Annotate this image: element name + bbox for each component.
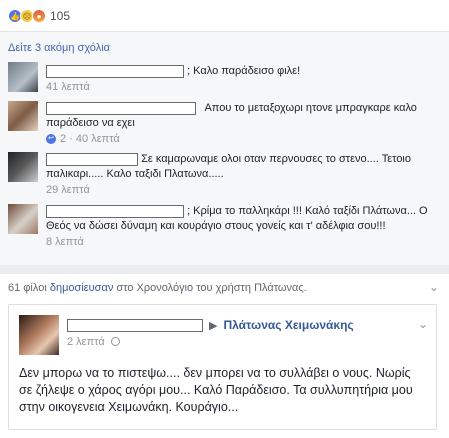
comment-timestamp[interactable]: 29 λεπτά <box>46 184 90 196</box>
post-meta: 2 λεπτά <box>67 336 120 348</box>
comment-meta: ↩ 2 · 40 λεπτά <box>46 133 120 145</box>
comment-item: ; Καλο παράδεισο φιλε! 41 λεπτά <box>8 62 441 93</box>
avatar[interactable] <box>19 315 59 355</box>
globe-icon <box>110 337 120 346</box>
post-timestamp[interactable]: 2 λεπτά <box>67 336 105 348</box>
angry-icon: ● <box>32 9 46 23</box>
reply-count[interactable]: 2 <box>60 133 66 145</box>
avatar[interactable] <box>8 62 38 92</box>
redacted-name <box>46 101 196 115</box>
post-body: Δεν μπορω να το πιστεψω.... δεν μπορει ν… <box>19 366 413 414</box>
comment-item: Σε καμαρωναμε ολοι οταν περνουσες το στε… <box>8 152 441 198</box>
comment-timestamp[interactable]: 40 λεπτά <box>76 133 120 145</box>
redacted-name <box>46 64 184 78</box>
comment-body: ; Καλο παράδεισο φιλε! <box>46 64 441 79</box>
post-header: ▶ Πλάτωνας Χειμωνάκης <box>67 318 354 332</box>
comment-body: ; Κρίμα το παλληκάρι !!! Καλό ταξίδι Πλά… <box>46 204 441 234</box>
comments-card: 👍 ☹ ● 105 Δείτε 3 ακόμη σχόλια ; Καλο πα… <box>0 0 449 265</box>
comment-item: ; Κρίμα το παλληκάρι !!! Καλό ταξίδι Πλά… <box>8 204 441 250</box>
avatar[interactable] <box>8 101 38 131</box>
share-summary: 61 φίλοι δημοσίευσαν στο Χρονολόγιο του … <box>8 282 307 294</box>
comment-item: Απου το μεταξοχωρι ητονε μπραγκαρε καλο … <box>8 101 441 147</box>
avatar[interactable] <box>8 204 38 234</box>
shared-post-card: 61 φίλοι δημοσίευσαν στο Χρονολόγιο του … <box>0 274 449 438</box>
post: ▶ Πλάτωνας Χειμωνάκης 2 λεπτά ⌄ Δεν μπορ… <box>8 304 437 430</box>
reactions-bar[interactable]: 👍 ☹ ● 105 <box>8 8 70 24</box>
post-target-link[interactable]: Πλάτωνας Χειμωνάκης <box>223 318 353 332</box>
triangle-right-icon: ▶ <box>209 319 218 332</box>
chevron-down-icon[interactable]: ⌄ <box>429 280 439 294</box>
share-rest: στο Χρονολόγιο του χρήστη Πλάτωνας. <box>116 282 307 294</box>
avatar[interactable] <box>8 152 38 182</box>
redacted-name <box>67 318 203 332</box>
comment-body: Σε καμαρωναμε ολοι οταν περνουσες το στε… <box>46 152 441 182</box>
redacted-name <box>46 204 184 218</box>
reply-icon: ↩ <box>46 134 56 145</box>
redacted-name <box>46 152 138 166</box>
comment-timestamp[interactable]: 41 λεπτά <box>46 81 90 93</box>
reaction-count[interactable]: 105 <box>50 9 70 23</box>
comment-timestamp[interactable]: 8 λεπτά <box>46 236 84 248</box>
view-more-comments-link[interactable]: Δείτε 3 ακόμη σχόλια <box>8 42 110 54</box>
comment-text: ; Καλο παράδεισο φιλε! <box>187 65 301 77</box>
share-verb[interactable]: δημοσίευσαν <box>50 282 114 294</box>
comment-body: Απου το μεταξοχωρι ητονε μπραγκαρε καλο … <box>46 101 441 131</box>
chevron-down-icon[interactable]: ⌄ <box>418 317 428 331</box>
share-count[interactable]: 61 φίλοι <box>8 282 47 294</box>
